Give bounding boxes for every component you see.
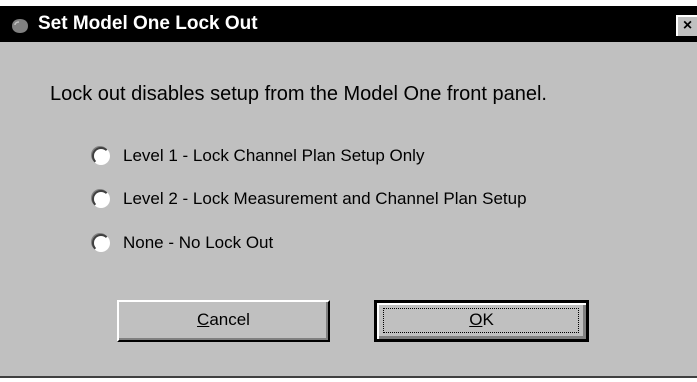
cancel-label-rest: ancel xyxy=(209,310,250,329)
title-bar[interactable]: Set Model One Lock Out × xyxy=(0,6,697,42)
ok-mnemonic: O xyxy=(469,310,483,329)
window-frame-bottom xyxy=(0,376,697,382)
app-window-icon xyxy=(12,19,28,33)
close-icon: × xyxy=(682,17,693,34)
lockout-dialog: Set Model One Lock Out × Lock out disabl… xyxy=(0,6,697,376)
cancel-button[interactable]: Cancel xyxy=(117,300,330,342)
cancel-button-label: Cancel xyxy=(197,310,250,329)
window-title: Set Model One Lock Out xyxy=(38,13,258,34)
radio-level-1[interactable] xyxy=(92,147,110,165)
close-button[interactable]: × xyxy=(676,15,697,36)
ok-button-label: OK xyxy=(469,310,494,329)
ok-label-rest: K xyxy=(482,310,494,329)
cancel-mnemonic: C xyxy=(197,310,210,329)
option-label-none[interactable]: None - No Lock Out xyxy=(123,231,273,255)
lockout-description: Lock out disables setup from the Model O… xyxy=(50,83,547,105)
radio-level-2[interactable] xyxy=(92,190,110,208)
ok-button[interactable]: OK xyxy=(374,300,589,342)
option-label-level-1[interactable]: Level 1 - Lock Channel Plan Setup Only xyxy=(123,144,424,168)
option-label-level-2[interactable]: Level 2 - Lock Measurement and Channel P… xyxy=(123,187,527,211)
radio-none[interactable] xyxy=(92,234,110,252)
